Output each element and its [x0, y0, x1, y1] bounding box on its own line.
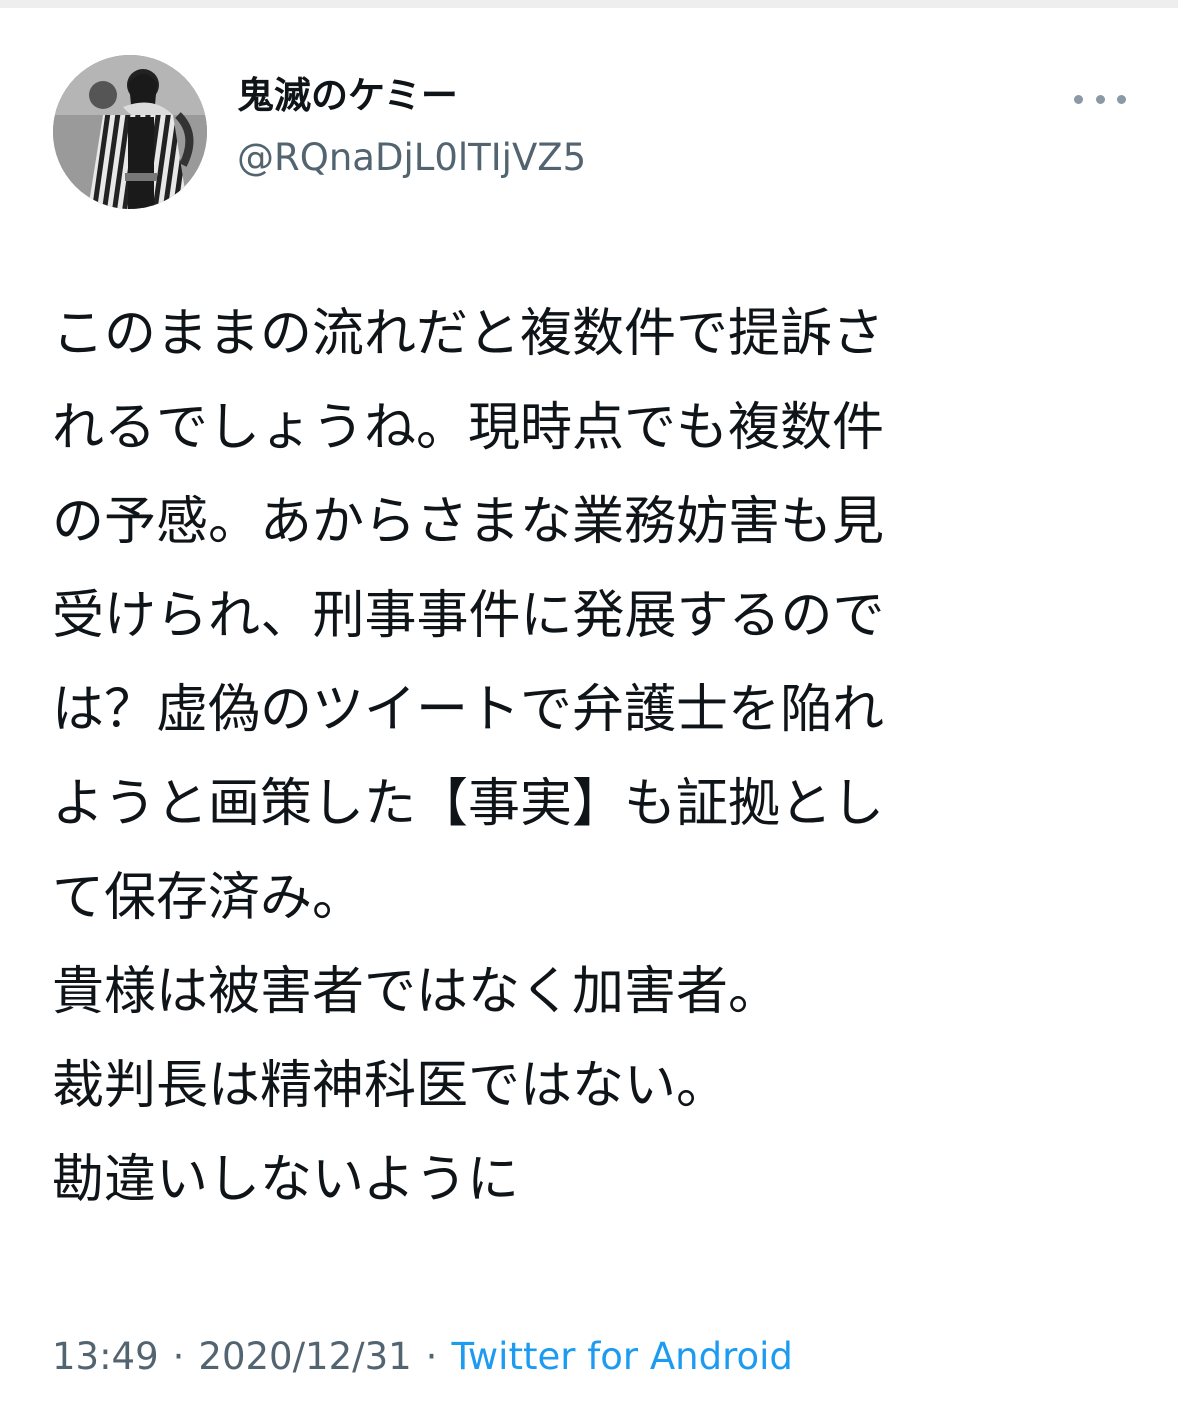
tweet-text-line: 貴様は被害者ではなく加害者。 [52, 962, 781, 1022]
tweet-text-line: て保存済み。 [52, 868, 365, 928]
tweet-text-line: は？虚偽のツイートで弁護士を陥れ [52, 680, 885, 740]
more-horizontal-icon [1074, 94, 1083, 104]
avatar-image [53, 55, 207, 209]
tweet-text: このままの流れだと複数件で提訴さ れるでしょうね。現時点でも複数件 の予感。あか… [52, 287, 1152, 1227]
meta-separator: · [172, 1335, 185, 1378]
more-horizontal-icon-dot [1117, 94, 1126, 104]
more-horizontal-icon-dot [1095, 94, 1105, 104]
more-options-button[interactable] [1070, 82, 1130, 116]
meta-separator: · [425, 1335, 438, 1378]
tweet-text-line: ようと画策した【事実】も証拠とし [52, 774, 885, 834]
author-handle[interactable]: @RQnaDjL0lTIjVZ5 [237, 134, 586, 182]
tweet-text-line: 受けられ、刑事事件に発展するので [52, 586, 885, 646]
tweet-text-line: 裁判長は精神科医ではない。 [52, 1056, 729, 1116]
tweet-source-link[interactable]: Twitter for Android [451, 1335, 792, 1378]
tweet-text-line: れるでしょうね。現時点でも複数件 [52, 398, 885, 458]
tweet-text-line: 勘違いしないように [52, 1150, 519, 1210]
tweet: 鬼滅のケミー @RQnaDjL0lTIjVZ5 このままの流れだと複数件で提訴さ… [0, 0, 1178, 1409]
tweet-date[interactable]: 2020/12/31 [198, 1335, 411, 1378]
author-display-name[interactable]: 鬼滅のケミー [237, 72, 458, 120]
tweet-metadata: 13:49 · 2020/12/31 · Twitter for Android [52, 1333, 793, 1381]
avatar[interactable] [53, 55, 207, 209]
tweet-time[interactable]: 13:49 [52, 1335, 159, 1378]
tweet-text-line: このままの流れだと複数件で提訴さ [52, 304, 885, 364]
tweet-text-line: の予感。あからさまな業務妨害も見 [52, 492, 885, 552]
